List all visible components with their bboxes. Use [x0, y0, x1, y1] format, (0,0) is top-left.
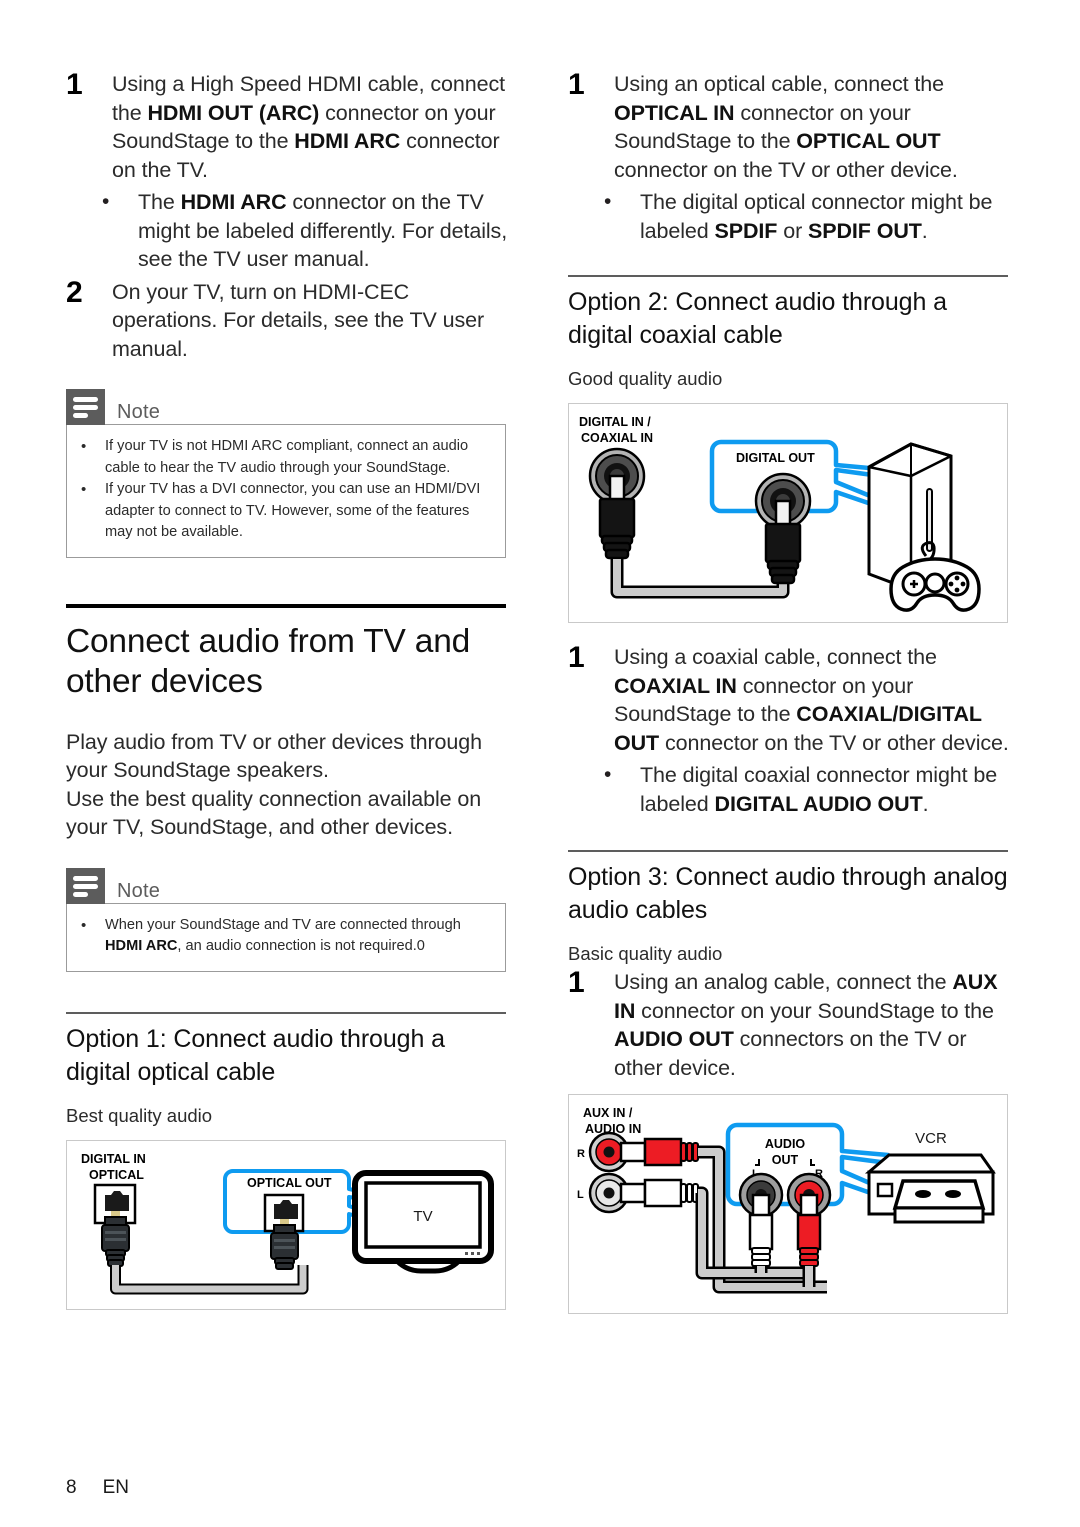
option-3-quality-label: Basic quality audio	[568, 943, 723, 964]
step-text: Using an optical cable, connect the OPTI…	[614, 72, 958, 182]
note-list-item: • When your SoundStage and TV are connec…	[77, 915, 491, 958]
coaxial-connection-diagram: DIGITAL IN / COAXIAL IN DIGITAL OUT	[568, 403, 1008, 623]
bullet-marker: •	[604, 190, 612, 213]
page-language: EN	[102, 1477, 129, 1498]
bullet-text: The digital optical connector might be l…	[640, 190, 993, 243]
note-list-item: • If your TV has a DVI connector, you ca…	[77, 479, 491, 544]
optical-source-label-line2: OPTICAL	[89, 1168, 144, 1182]
analog-channel-r-label: R	[577, 1148, 585, 1160]
step-text: Using an analog cable, connect the AUX I…	[614, 970, 998, 1080]
analog-callout-label-line2: OUT	[772, 1153, 799, 1167]
step-number: 1	[568, 68, 585, 101]
step-hdmi-1-bullet: • The HDMI ARC connector on the TV might…	[66, 188, 516, 274]
analog-channel-l-label: L	[577, 1189, 584, 1201]
optical-connection-diagram: DIGITAL IN OPTICAL OPTICAL OUT TV	[66, 1139, 506, 1310]
left-column: 1 Using a High Speed HDMI cable, connect…	[66, 70, 516, 1310]
bullet-text: The digital coaxial connector might be l…	[640, 763, 998, 816]
step-number: 1	[568, 641, 585, 674]
optical-callout-label: OPTICAL OUT	[247, 1176, 332, 1190]
step-number: 2	[66, 275, 83, 309]
step-coaxial-1-bullet: • The digital coaxial connector might be…	[568, 761, 1018, 818]
right-column: 1 Using an optical cable, connect the OP…	[568, 70, 1018, 1314]
step-coaxial-1: 1 Using a coaxial cable, connect the COA…	[568, 643, 1018, 757]
note-icon	[66, 867, 105, 904]
note-title: Note	[117, 401, 161, 423]
section-divider	[66, 1011, 506, 1014]
option-1-quality-label: Best quality audio	[66, 1104, 213, 1126]
section-divider	[568, 275, 1008, 277]
intro-paragraph-2: Use the best quality connection availabl…	[66, 786, 482, 840]
note-item-text: When your SoundStage and TV are connecte…	[105, 916, 461, 955]
step-text: On your TV, turn on HDMI-CEC operations.…	[112, 279, 485, 361]
note-content: • If your TV is not HDMI ARC compliant, …	[66, 424, 506, 558]
bullet-marker: •	[102, 190, 110, 213]
bullet-marker: •	[604, 763, 612, 786]
note-content: • When your SoundStage and TV are connec…	[66, 902, 506, 972]
analog-device-label: VCR	[915, 1130, 947, 1147]
analog-source-label-line1: AUX IN /	[583, 1106, 633, 1120]
note-item-text: If your TV is not HDMI ARC compliant, co…	[105, 438, 469, 476]
section-divider	[568, 850, 1008, 852]
page-number: 8	[66, 1477, 77, 1498]
bullet-marker: •	[81, 916, 87, 934]
note-item-text: If your TV has a DVI connector, you can …	[105, 481, 481, 540]
page-title: Connect audio from TV and other devices	[66, 622, 471, 700]
note-list-item: • If your TV is not HDMI ARC compliant, …	[77, 436, 491, 479]
step-text: Using a High Speed HDMI cable, connect t…	[112, 72, 505, 182]
coaxial-callout-label: DIGITAL OUT	[736, 451, 815, 465]
optical-source-label-line1: DIGITAL IN	[81, 1152, 146, 1166]
step-number: 1	[568, 966, 585, 999]
step-optical-1-bullet: • The digital optical connector might be…	[568, 188, 1018, 245]
coaxial-diagram-svg: DIGITAL IN / COAXIAL IN DIGITAL OUT	[579, 415, 981, 612]
step-optical-1: 1 Using an optical cable, connect the OP…	[568, 70, 1018, 184]
note-header: Note	[66, 389, 506, 425]
optical-diagram-svg: DIGITAL IN OPTICAL OPTICAL OUT TV	[81, 1152, 494, 1294]
note-box-arc: Note • When your SoundStage and TV are c…	[66, 867, 506, 972]
step-analog-1: 1 Using an analog cable, connect the AUX…	[568, 968, 1018, 1082]
optical-device-label: TV	[413, 1208, 432, 1225]
analog-callout-label-line1: AUDIO	[765, 1137, 806, 1151]
coaxial-source-label-line1: DIGITAL IN /	[579, 415, 651, 429]
section-divider	[66, 603, 506, 608]
analog-diagram-svg: AUX IN / AUDIO IN R L AUDIO OUT R VCR	[577, 1106, 996, 1294]
note-title: Note	[117, 879, 161, 902]
bullet-text: The HDMI ARC connector on the TV might b…	[138, 190, 508, 271]
step-number: 1	[66, 68, 83, 101]
note-icon	[66, 389, 105, 425]
intro-paragraph-1: Play audio from TV or other devices thro…	[66, 729, 482, 783]
option-2-heading: Option 2: Connect audio through a digita…	[568, 288, 947, 349]
coaxial-source-label-line2: COAXIAL IN	[581, 431, 653, 445]
option-3-heading: Option 3: Connect audio through analog a…	[568, 863, 1008, 924]
page-footer: 8 EN	[66, 1477, 129, 1499]
step-hdmi-2: 2 On your TV, turn on HDMI-CEC operation…	[66, 275, 516, 364]
option-2-quality-label: Good quality audio	[568, 368, 723, 389]
step-hdmi-1: 1 Using a High Speed HDMI cable, connect…	[66, 70, 516, 184]
note-box-hdmi: Note • If your TV is not HDMI ARC compli…	[66, 389, 506, 558]
bullet-marker: •	[81, 438, 87, 455]
analog-connection-diagram: AUX IN / AUDIO IN R L AUDIO OUT R VCR	[568, 1094, 1008, 1314]
manual-page: 1 Using a High Speed HDMI cable, connect…	[0, 0, 1080, 1527]
note-header: Note	[66, 867, 506, 904]
step-text: Using a coaxial cable, connect the COAXI…	[614, 645, 1009, 755]
bullet-marker: •	[81, 481, 87, 498]
option-1-heading: Option 1: Connect audio through a digita…	[66, 1024, 445, 1086]
